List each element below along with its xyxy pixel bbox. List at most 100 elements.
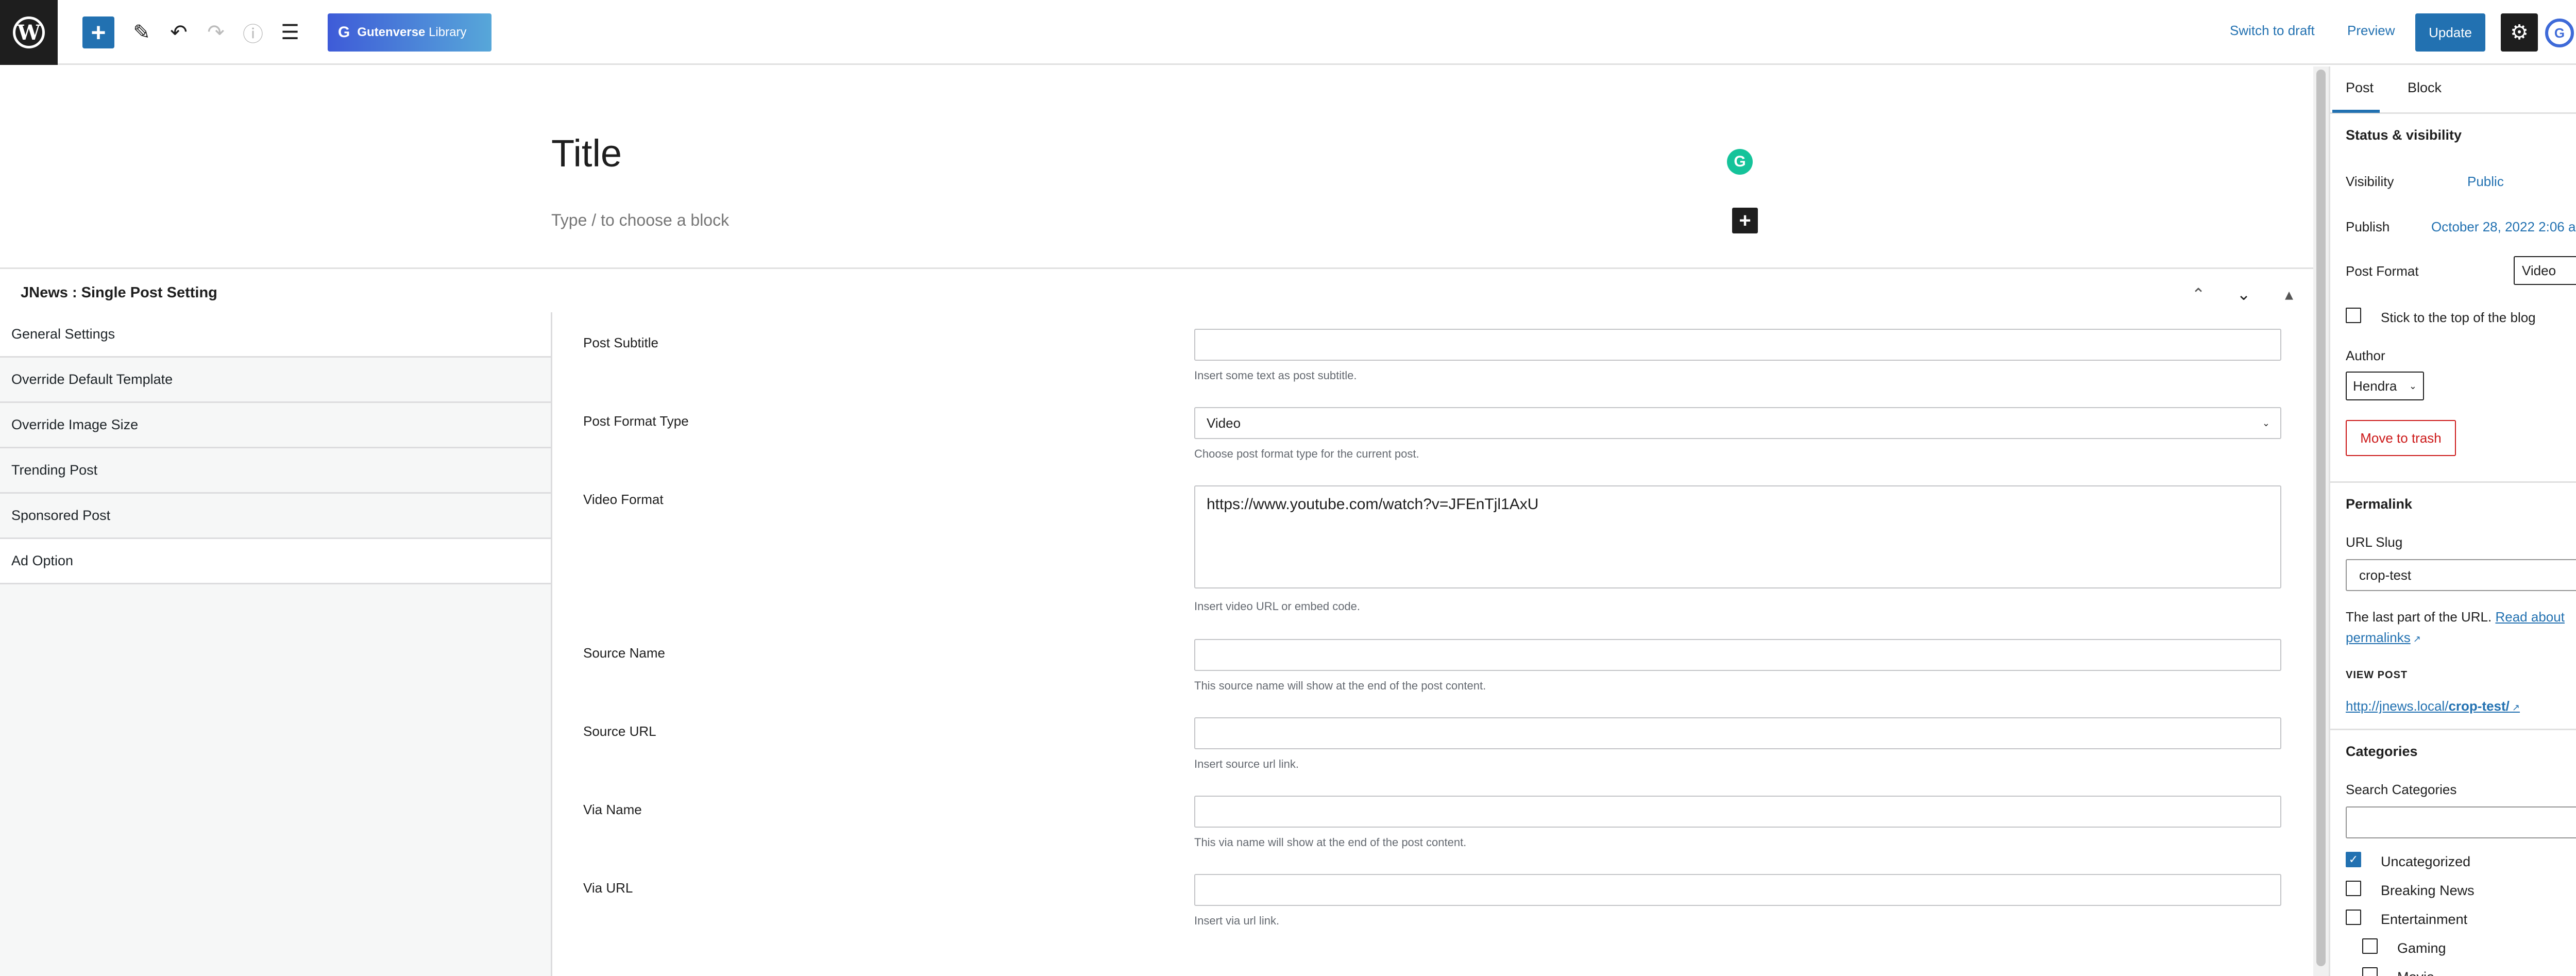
post-subtitle-field: Post Subtitle Insert some text as post s… xyxy=(583,312,2283,391)
post-format-type-value: Video xyxy=(1207,415,1241,431)
post-format-label: Post Format xyxy=(2346,263,2419,279)
metabox-tab-override-template[interactable]: Override Default Template xyxy=(0,358,551,403)
gutenverse-panel-button[interactable]: G xyxy=(2545,19,2574,47)
permalink-header[interactable]: Permalink ⌃ xyxy=(2330,483,2576,526)
jnews-metabox: JNews : Single Post Setting ⌃ ⌄ ▴ Genera… xyxy=(0,267,2313,976)
visibility-toggle[interactable]: Public xyxy=(2467,174,2504,190)
permalink-help-text: The last part of the URL. xyxy=(2346,609,2492,625)
tab-block[interactable]: Block xyxy=(2408,80,2442,96)
metabox-tab-override-image-size[interactable]: Override Image Size xyxy=(0,403,551,448)
chevron-down-icon: ⌄ xyxy=(2409,380,2417,391)
post-subtitle-input[interactable] xyxy=(1194,329,2281,361)
category-checkbox-entertainment[interactable] xyxy=(2346,910,2361,925)
source-name-field: Source Name This source name will show a… xyxy=(583,622,2283,701)
toggle-panel-button[interactable]: ▴ xyxy=(2276,281,2302,307)
status-visibility-header[interactable]: Status & visibility ⌃ xyxy=(2330,114,2576,157)
permalink-help: The last part of the URL. Read about per… xyxy=(2346,607,2576,649)
settings-sidebar: Post Block ✕ Status & visibility ⌃ Visib… xyxy=(2329,66,2576,976)
tab-post[interactable]: Post xyxy=(2346,80,2374,96)
author-label: Author xyxy=(2346,348,2385,363)
via-url-input[interactable] xyxy=(1194,874,2281,906)
metabox-tab-ad-option[interactable]: Ad Option xyxy=(0,539,551,584)
gutenverse-library-button[interactable]: G Gutenverse Library xyxy=(328,13,492,52)
view-post-link[interactable]: http://jnews.local/crop-test/ ↗ xyxy=(2346,698,2520,714)
view-post-label: VIEW POST xyxy=(2346,669,2408,681)
status-visibility-panel: Status & visibility ⌃ Visibility Public … xyxy=(2330,114,2576,483)
editor-scrollbar[interactable] xyxy=(2313,66,2329,976)
post-format-type-label: Post Format Type xyxy=(583,413,689,429)
categories-title: Categories xyxy=(2346,744,2418,759)
via-url-field: Via URL Insert via url link. xyxy=(583,857,2283,936)
metabox-tab-sponsored-post[interactable]: Sponsored Post xyxy=(0,494,551,539)
source-url-description: Insert source url link. xyxy=(1194,758,1299,770)
status-visibility-title: Status & visibility xyxy=(2346,127,2462,143)
move-to-trash-button[interactable]: Move to trash xyxy=(2346,420,2456,456)
details-button[interactable]: ⓘ xyxy=(237,16,269,48)
wordpress-logo-icon: W xyxy=(13,16,45,48)
author-select[interactable]: Hendra ⌄ xyxy=(2346,372,2424,400)
post-subtitle-description: Insert some text as post subtitle. xyxy=(1194,369,1357,382)
publish-date-toggle[interactable]: October 28, 2022 2:06 am xyxy=(2431,219,2576,235)
categories-header[interactable]: Categories ⌃ xyxy=(2330,730,2576,773)
move-up-button[interactable]: ⌃ xyxy=(2185,281,2211,307)
via-name-description: This via name will show at the end of th… xyxy=(1194,836,1467,849)
source-name-label: Source Name xyxy=(583,645,665,661)
move-down-button[interactable]: ⌄ xyxy=(2231,281,2257,307)
metabox-form: Post Subtitle Insert some text as post s… xyxy=(583,312,2283,936)
gutenverse-suffix: Library xyxy=(429,25,467,39)
metabox-tab-general-settings[interactable]: General Settings xyxy=(0,312,551,358)
video-format-label: Video Format xyxy=(583,492,664,507)
metabox-title: JNews : Single Post Setting xyxy=(21,284,217,301)
url-slug-input[interactable]: crop-test xyxy=(2346,559,2576,591)
source-url-input[interactable] xyxy=(1194,717,2281,749)
category-checkbox-gaming[interactable] xyxy=(2362,938,2378,954)
block-inserter-button[interactable]: + xyxy=(82,16,114,48)
category-checkbox-movie[interactable] xyxy=(2362,967,2378,976)
metabox-tab-trending-post[interactable]: Trending Post xyxy=(0,448,551,494)
block-placeholder[interactable]: Type / to choose a block xyxy=(551,211,729,230)
undo-button[interactable]: ↶ xyxy=(163,16,195,48)
update-button[interactable]: Update xyxy=(2415,13,2485,52)
category-label-breaking-news: Breaking News xyxy=(2381,883,2475,898)
search-categories-input[interactable] xyxy=(2346,806,2576,838)
switch-to-draft-button[interactable]: Switch to draft xyxy=(2230,23,2315,39)
inline-inserter-button[interactable]: + xyxy=(1732,208,1758,233)
chevron-down-icon: ⌄ xyxy=(2236,285,2251,304)
redo-button[interactable]: ↷ xyxy=(200,16,232,48)
post-title-input[interactable]: Title xyxy=(551,131,622,175)
gutenverse-icon: G xyxy=(338,24,350,41)
settings-button[interactable]: ⚙ xyxy=(2501,13,2538,52)
list-view-icon: ☰ xyxy=(281,21,299,44)
redo-icon: ↷ xyxy=(207,21,225,44)
external-link-icon: ↗ xyxy=(2509,702,2520,713)
gutenverse-name: Gutenverse xyxy=(357,25,426,39)
via-name-input[interactable] xyxy=(1194,796,2281,828)
category-checkbox-breaking-news[interactable] xyxy=(2346,881,2361,896)
via-name-field: Via Name This via name will show at the … xyxy=(583,779,2283,857)
category-checkbox-uncategorized[interactable]: ✓ xyxy=(2346,852,2361,867)
permalink-title: Permalink xyxy=(2346,496,2413,512)
post-format-type-field: Post Format Type Video ⌄ Choose post for… xyxy=(583,391,2283,469)
categories-panel: Categories ⌃ Search Categories ✓ Uncateg… xyxy=(2330,730,2576,976)
grammarly-icon[interactable]: G xyxy=(1727,149,1753,175)
select-arrow-icon: ⌄ xyxy=(2262,417,2270,428)
source-name-input[interactable] xyxy=(1194,639,2281,671)
post-format-select[interactable]: Video ⌄ xyxy=(2514,256,2576,285)
video-format-textarea[interactable]: https://www.youtube.com/watch?v=JFEnTjl1… xyxy=(1194,485,2281,588)
video-format-field: Video Format https://www.youtube.com/wat… xyxy=(583,469,2283,622)
sticky-checkbox[interactable] xyxy=(2346,308,2361,323)
permalinks-link[interactable]: permalinks xyxy=(2346,630,2411,645)
read-about-link[interactable]: Read about xyxy=(2495,609,2564,625)
list-view-button[interactable]: ☰ xyxy=(274,16,306,48)
via-name-label: Via Name xyxy=(583,802,642,817)
wordpress-logo-button[interactable]: W xyxy=(0,0,58,65)
post-format-type-select[interactable]: Video ⌄ xyxy=(1194,407,2281,439)
post-format-type-description: Choose post format type for the current … xyxy=(1194,447,1419,460)
search-categories-label: Search Categories xyxy=(2346,782,2457,797)
source-url-field: Source URL Insert source url link. xyxy=(583,701,2283,779)
active-tab-indicator xyxy=(2332,110,2380,113)
category-label-uncategorized: Uncategorized xyxy=(2381,854,2471,869)
tools-button[interactable]: ✎ xyxy=(126,16,158,48)
preview-button[interactable]: Preview xyxy=(2347,23,2395,39)
editor-scrollbar-thumb[interactable] xyxy=(2316,70,2326,966)
